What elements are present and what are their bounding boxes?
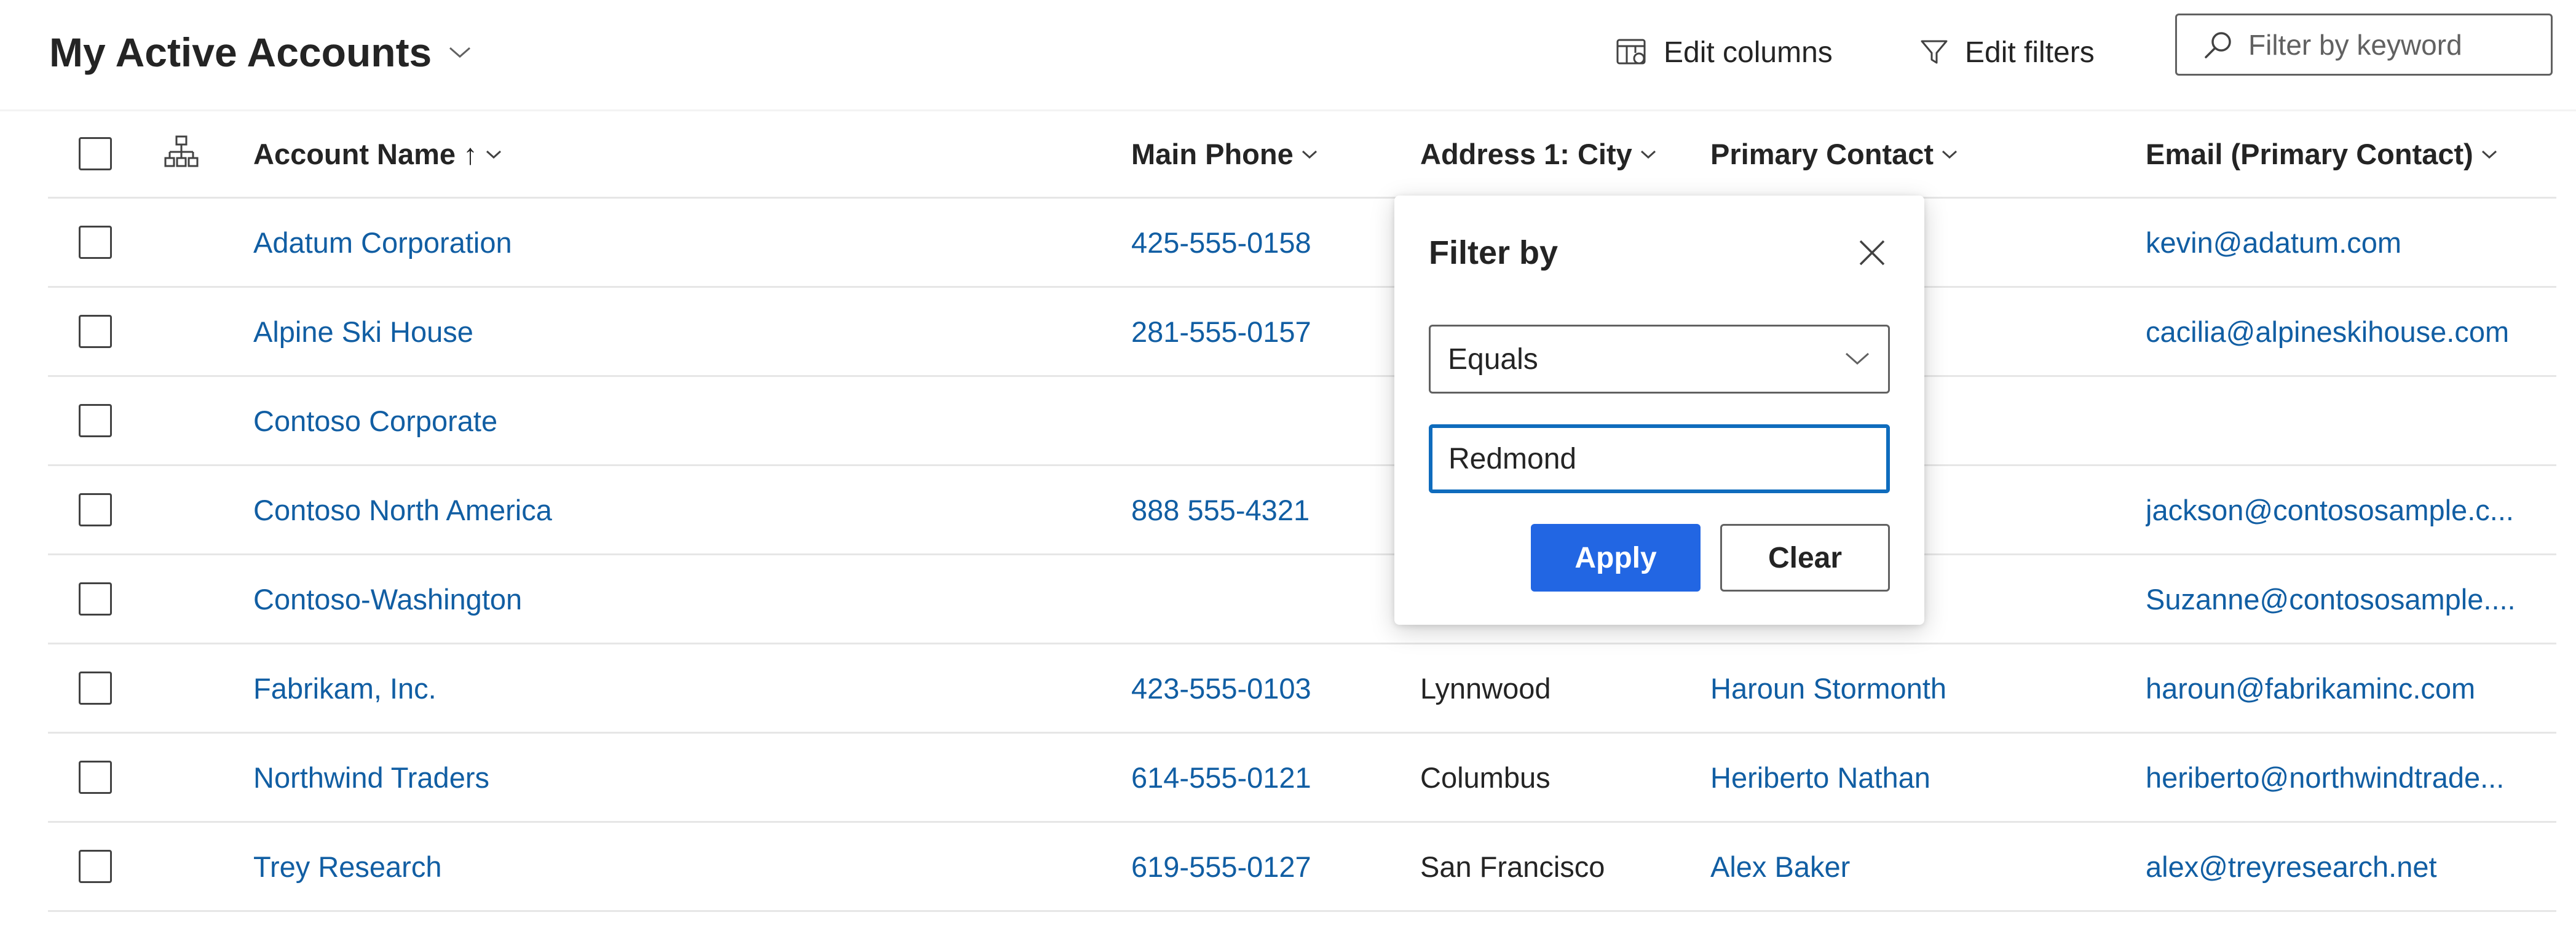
city-cell: Columbus [1420, 761, 1551, 794]
column-header-account-name[interactable]: Account Name ↑ [253, 109, 502, 199]
chevron-down-icon [1846, 352, 1869, 365]
account-name-link[interactable]: Fabrikam, Inc. [253, 644, 1114, 732]
main-phone-link[interactable]: 423-555-0103 [1131, 644, 1389, 732]
filter-by-popup: Filter by Equals Apply Clear [1394, 196, 1924, 625]
popup-title: Filter by [1429, 234, 1559, 271]
row-checkbox[interactable] [79, 582, 112, 616]
search-icon [2205, 31, 2231, 58]
email-link[interactable]: haroun@fabrikaminc.com [2146, 644, 2556, 732]
clear-button[interactable]: Clear [1720, 524, 1890, 592]
close-icon[interactable] [1857, 237, 1887, 268]
select-all-checkbox[interactable] [79, 137, 112, 170]
table-row[interactable]: Northwind Traders 614-555-0121 Columbus … [48, 734, 2556, 823]
email-link[interactable]: kevin@adatum.com [2146, 199, 2556, 286]
edit-filters-label: Edit filters [1965, 36, 2095, 69]
column-header-email[interactable]: Email (Primary Contact) [2146, 109, 2498, 199]
main-phone-link[interactable]: 614-555-0121 [1131, 734, 1389, 821]
edit-columns-button[interactable]: Edit columns [1616, 28, 1833, 77]
account-name-link[interactable]: Contoso-Washington [253, 555, 1114, 643]
chevron-down-icon [1640, 150, 1656, 159]
primary-contact-link[interactable]: Alex Baker [1710, 823, 2128, 910]
table-row[interactable]: Contoso-Washington Suzanne@contososample… [48, 555, 2556, 644]
apply-button[interactable]: Apply [1531, 524, 1701, 592]
table-row[interactable]: Fabrikam, Inc. 423-555-0103 Lynnwood Har… [48, 644, 2556, 734]
row-checkbox[interactable] [79, 315, 112, 348]
main-phone-link[interactable]: 425-555-0158 [1131, 199, 1389, 286]
keyword-filter-box[interactable] [2175, 14, 2553, 76]
row-checkbox[interactable] [79, 404, 112, 437]
email-link[interactable] [2146, 377, 2556, 464]
main-phone-link[interactable]: 619-555-0127 [1131, 823, 1389, 910]
command-header: My Active Accounts Edit columns Edit fil… [0, 0, 2576, 111]
table-row[interactable]: Contoso Corporate [48, 377, 2556, 466]
columns-icon [1616, 39, 1646, 65]
view-title: My Active Accounts [49, 30, 432, 75]
sort-ascending-icon: ↑ [463, 138, 478, 170]
city-cell: Lynnwood [1420, 672, 1551, 705]
table-row[interactable]: Alpine Ski House 281-555-0157 cacilia@al… [48, 288, 2556, 377]
account-name-link[interactable]: Alpine Ski House [253, 288, 1114, 375]
filter-operator-dropdown[interactable]: Equals [1429, 325, 1890, 394]
primary-contact-link[interactable]: Heriberto Nathan [1710, 734, 2128, 821]
column-header-main-phone[interactable]: Main Phone [1131, 109, 1318, 199]
table-row[interactable]: Contoso North America 888 555-4321 on ja… [48, 466, 2556, 555]
email-link[interactable]: cacilia@alpineskihouse.com [2146, 288, 2556, 375]
row-checkbox[interactable] [79, 493, 112, 526]
hierarchy-icon[interactable] [164, 135, 199, 170]
account-name-link[interactable]: Northwind Traders [253, 734, 1114, 821]
main-phone-link[interactable]: 888 555-4321 [1131, 466, 1389, 553]
account-name-link[interactable]: Contoso North America [253, 466, 1114, 553]
chevron-down-icon [1942, 150, 1958, 159]
row-checkbox[interactable] [79, 761, 112, 794]
primary-contact-link[interactable]: Haroun Stormonth [1710, 644, 2128, 732]
chevron-down-icon [2481, 150, 2497, 159]
row-checkbox[interactable] [79, 226, 112, 259]
column-header-city[interactable]: Address 1: City [1420, 109, 1657, 199]
account-name-link[interactable]: Adatum Corporation [253, 199, 1114, 286]
funnel-icon [1921, 40, 1948, 64]
chevron-down-icon [486, 150, 501, 159]
edit-filters-button[interactable]: Edit filters [1919, 28, 2095, 77]
main-phone-link[interactable] [1131, 555, 1389, 643]
email-link[interactable]: jackson@contososample.c... [2146, 466, 2556, 553]
account-name-link[interactable]: Contoso Corporate [253, 377, 1114, 464]
filter-value-input[interactable] [1429, 424, 1890, 493]
email-link[interactable]: heriberto@northwindtrade... [2146, 734, 2556, 821]
row-checkbox[interactable] [79, 672, 112, 705]
column-header-primary-contact[interactable]: Primary Contact [1710, 109, 1958, 199]
email-link[interactable]: alex@treyresearch.net [2146, 823, 2556, 910]
chevron-down-icon [449, 47, 471, 58]
table-row[interactable]: Adatum Corporation 425-555-0158 kevin@ad… [48, 199, 2556, 288]
city-cell: San Francisco [1420, 850, 1605, 883]
filter-operator-value: Equals [1448, 343, 1538, 376]
grid-header-row: Account Name ↑ Main Phone Address 1: Cit… [48, 109, 2556, 199]
account-name-link[interactable]: Trey Research [253, 823, 1114, 910]
main-phone-link[interactable]: 281-555-0157 [1131, 288, 1389, 375]
main-phone-link[interactable] [1131, 377, 1389, 464]
row-checkbox[interactable] [79, 850, 112, 883]
table-row[interactable]: Trey Research 619-555-0127 San Francisco… [48, 823, 2556, 912]
email-link[interactable]: Suzanne@contososample.... [2146, 555, 2556, 643]
view-selector[interactable]: My Active Accounts [49, 25, 472, 80]
keyword-filter-input[interactable] [2247, 27, 2538, 62]
chevron-down-icon [1302, 150, 1317, 159]
edit-columns-label: Edit columns [1664, 36, 1833, 69]
